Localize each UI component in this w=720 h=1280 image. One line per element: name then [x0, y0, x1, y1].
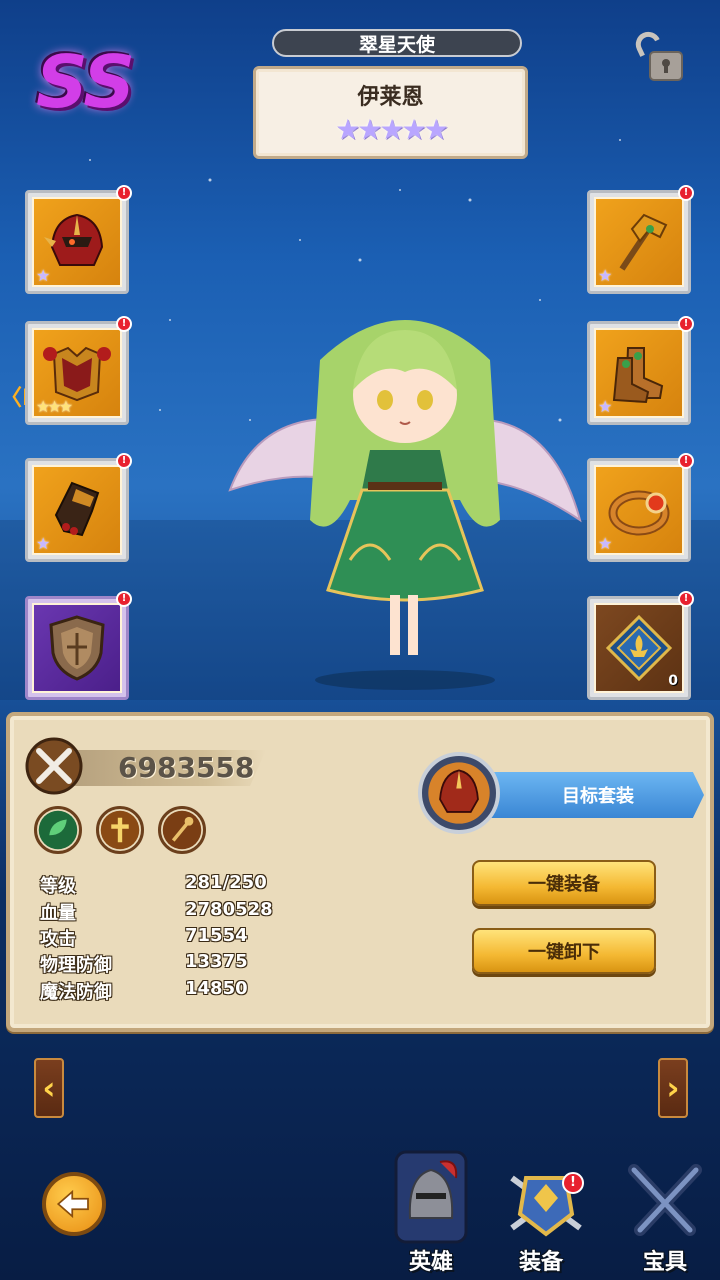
alert-badge: ! — [678, 185, 694, 201]
axe-icon — [619, 213, 668, 271]
equip-slot-boots[interactable]: ★ ! — [587, 316, 694, 425]
back-button[interactable] — [42, 1172, 106, 1236]
emblem-icon — [605, 614, 673, 682]
next-hero-button[interactable]: › — [658, 1058, 688, 1118]
tab-hero[interactable]: 英雄 — [376, 1148, 486, 1278]
staff-skill-icon[interactable] — [158, 806, 206, 854]
hero-character[interactable] — [220, 300, 590, 720]
helmet-icon — [44, 213, 104, 266]
star-rating: ★★★ — [36, 397, 73, 416]
alert-badge: ! — [116, 453, 132, 469]
alert-badge: ! — [116, 316, 132, 332]
equip-slot-armor[interactable]: ★★★ ! — [25, 316, 132, 425]
cross-skill-icon[interactable] — [96, 806, 144, 854]
stat-value-phys-def: 13375 — [185, 951, 248, 972]
hero-name-card: 伊莱恩 ★★★★★ — [253, 66, 528, 159]
gauntlet-icon — [54, 481, 100, 537]
shield-icon — [49, 615, 105, 681]
star-rating: ★ — [598, 397, 612, 416]
alert-badge: ! — [562, 1172, 584, 1194]
target-set-button[interactable]: 目标套装 — [482, 772, 704, 818]
knight-helmet-icon — [394, 1150, 468, 1244]
ring-icon — [608, 490, 670, 536]
star-rating: ★ — [36, 534, 50, 553]
tab-equipment[interactable]: ! 装备 — [486, 1148, 596, 1278]
alert-badge: ! — [678, 316, 694, 332]
previous-hero-button[interactable]: ‹ — [34, 1058, 64, 1118]
tab-hero-label: 英雄 — [408, 1250, 453, 1275]
tab-treasure-label: 宝具 — [642, 1250, 687, 1275]
stat-label-magic-def: 魔法防御 — [40, 982, 112, 1003]
hero-title: 翠星天使 — [272, 29, 522, 57]
equip-slot-gloves[interactable]: ★ ! — [25, 453, 132, 562]
set-helmet-icon[interactable] — [418, 752, 500, 834]
back-arrow-icon — [56, 1189, 89, 1219]
star-rating: ★ — [598, 266, 612, 285]
stat-value-attack: 71554 — [185, 925, 248, 946]
stat-value-magic-def: 14850 — [185, 978, 248, 999]
equip-slot-emblem[interactable]: 0 ! — [587, 591, 694, 700]
unlock-icon[interactable] — [632, 28, 692, 88]
unequip-all-button[interactable]: 一键卸下 — [472, 928, 656, 974]
chevron-right-icon: › — [666, 1069, 680, 1107]
stat-value-level: 281/250 — [185, 872, 267, 893]
alert-badge: ! — [116, 185, 132, 201]
equip-slot-helmet[interactable]: ★ ! — [25, 185, 132, 294]
star-rating: ★ — [598, 534, 612, 553]
equipment-chest-icon — [510, 1175, 582, 1237]
leaf-skill-icon[interactable] — [34, 806, 82, 854]
stat-label-phys-def: 物理防御 — [40, 955, 112, 976]
equip-slot-ring[interactable]: ★ ! — [587, 453, 694, 562]
stat-label-attack: 攻击 — [40, 929, 76, 950]
combat-power: 6983558 — [118, 751, 255, 784]
chevron-left-icon: ‹ — [42, 1069, 56, 1107]
hero-name: 伊莱恩 — [357, 85, 424, 110]
stat-label-level: 等级 — [40, 876, 76, 897]
star-rating: ★ — [36, 266, 50, 285]
tab-treasure[interactable]: 宝具 — [610, 1148, 720, 1278]
stat-value-hp: 2780528 — [185, 899, 273, 920]
crossed-swords-icon — [628, 1164, 702, 1236]
tab-equipment-label: 装备 — [518, 1250, 563, 1275]
equip-slot-weapon[interactable]: ★ ! — [587, 185, 694, 294]
rank-badge: SS — [36, 40, 135, 124]
alert-badge: ! — [678, 453, 694, 469]
crossed-swords-icon — [25, 737, 83, 795]
hero-star-rating: ★★★★★ — [335, 113, 449, 146]
boots-icon — [612, 347, 664, 404]
equip-all-button[interactable]: 一键装备 — [472, 860, 656, 906]
alert-badge: ! — [116, 591, 132, 607]
item-count: 0 — [668, 673, 678, 689]
alert-badge: ! — [678, 591, 694, 607]
equip-slot-shield[interactable]: ! — [25, 591, 132, 700]
stat-label-hp: 血量 — [40, 903, 76, 924]
